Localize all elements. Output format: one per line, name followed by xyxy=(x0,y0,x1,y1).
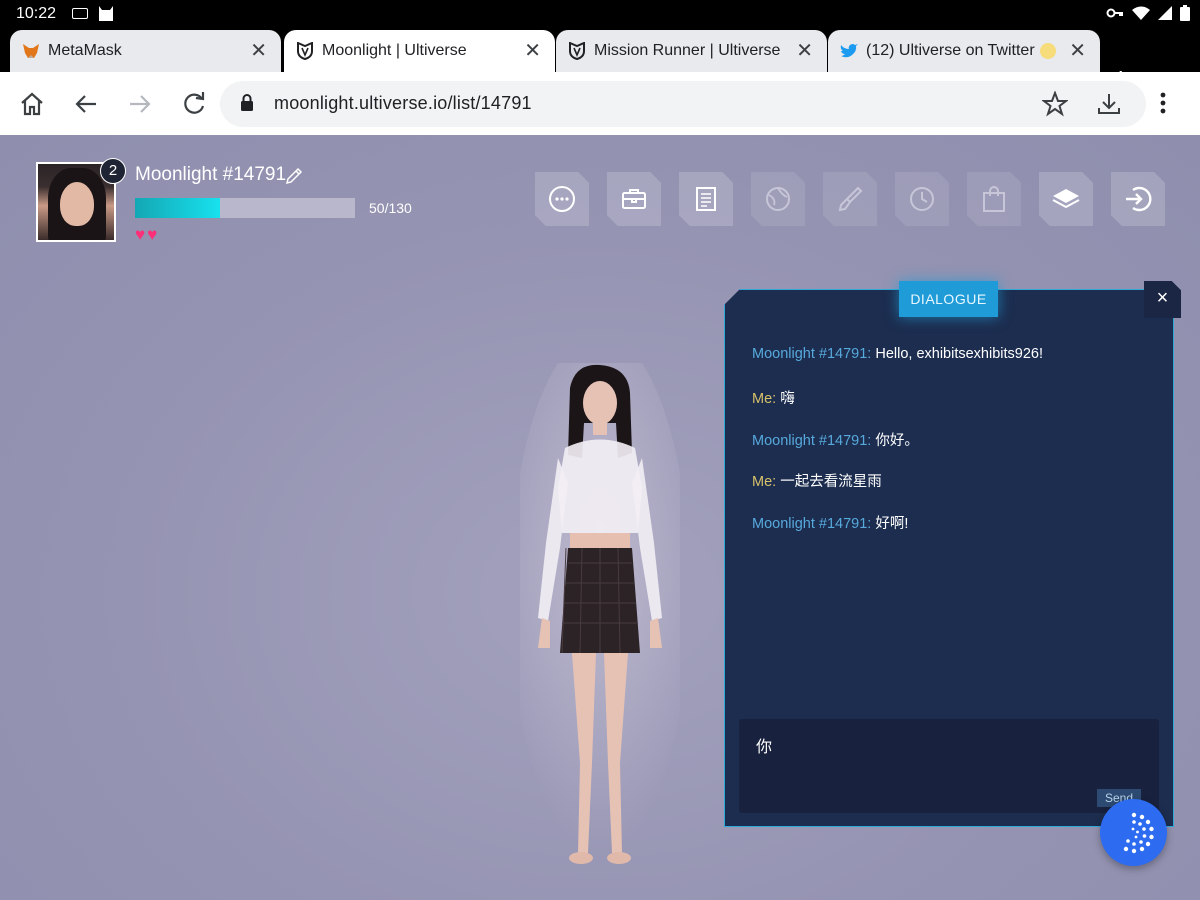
metamask-fox-icon xyxy=(22,42,40,60)
message-speaker: Me: xyxy=(752,391,777,407)
shopping-bag-icon xyxy=(983,186,1005,212)
dialogue-input-value: 你 xyxy=(756,739,773,756)
wifi-icon xyxy=(1132,6,1150,20)
twitter-bird-icon xyxy=(840,42,858,60)
spiral-dots-icon xyxy=(1123,812,1154,853)
close-icon[interactable]: ✕ xyxy=(524,41,541,61)
reload-icon[interactable] xyxy=(180,90,208,118)
menu-book-button[interactable] xyxy=(1039,172,1093,226)
dialogue-message: Moonlight #14791: Hello, exhibitsexhibit… xyxy=(752,346,1043,362)
tab-mission-runner[interactable]: Mission Runner | Ultiverse ✕ xyxy=(556,30,827,72)
status-time: 10:22 xyxy=(16,5,57,22)
vpn-key-icon xyxy=(1106,8,1123,18)
exit-icon xyxy=(1126,186,1152,212)
menu-exit-button[interactable] xyxy=(1111,172,1165,226)
notes-icon xyxy=(696,187,716,211)
assistant-fab-button[interactable] xyxy=(1100,799,1167,866)
message-text: 嗨 xyxy=(776,391,795,407)
dialogue-input[interactable]: 你 xyxy=(739,719,1159,813)
menu-globe-button[interactable] xyxy=(751,172,805,226)
more-menu-icon[interactable] xyxy=(1160,92,1166,114)
address-bar[interactable]: moonlight.ultiverse.io/list/14791 xyxy=(220,81,1146,127)
cat-icon xyxy=(99,6,113,21)
briefcase-icon xyxy=(622,189,646,209)
forward-icon[interactable] xyxy=(126,90,154,118)
tab-strip: MetaMask ✕ Moonlight | Ultiverse ✕ Missi… xyxy=(0,28,1200,94)
moon-emoji-icon xyxy=(1040,43,1056,59)
xp-progress-fill xyxy=(135,198,220,218)
book-icon xyxy=(1052,189,1080,209)
message-text: 你好。 xyxy=(871,433,919,449)
lock-icon xyxy=(241,94,253,111)
dialogue-message: Moonlight #14791: 好啊! xyxy=(752,512,908,533)
dialogue-message: Me: 一起去看流星雨 xyxy=(752,470,882,491)
xp-progress-bar xyxy=(135,198,355,218)
message-speaker: Me: xyxy=(752,474,777,490)
back-icon[interactable] xyxy=(72,90,100,118)
dialogue-message: Me: 嗨 xyxy=(752,387,795,408)
tab-moonlight[interactable]: Moonlight | Ultiverse ✕ xyxy=(284,30,555,72)
message-speaker: Moonlight #14791: xyxy=(752,346,872,362)
character-name: Moonlight #14791 xyxy=(135,164,287,185)
dialogue-title: DIALOGUE xyxy=(899,281,998,317)
message-speaker: Moonlight #14791: xyxy=(752,433,872,449)
close-icon[interactable]: ✕ xyxy=(796,41,813,61)
brush-icon xyxy=(838,186,863,212)
url-text: moonlight.ultiverse.io/list/14791 xyxy=(274,93,532,113)
menu-inventory-button[interactable] xyxy=(607,172,661,226)
game-viewport: 2 Moonlight #14791 50/130 ♥♥ DIALOGUE × … xyxy=(0,135,1200,900)
status-bar: 10:22 xyxy=(0,0,1200,28)
dialogue-close-button[interactable]: × xyxy=(1144,281,1181,318)
bookmark-star-icon[interactable] xyxy=(1042,91,1068,117)
tab-title: Moonlight | Ultiverse xyxy=(322,42,467,59)
chat-icon xyxy=(549,186,575,212)
menu-shop-button[interactable] xyxy=(967,172,1021,226)
tab-title: (12) Ultiverse on Twitter: " xyxy=(866,42,1036,59)
level-badge: 2 xyxy=(100,158,126,184)
browser-toolbar: moonlight.ultiverse.io/list/14791 xyxy=(0,72,1200,135)
close-icon[interactable]: ✕ xyxy=(1069,41,1086,61)
battery-icon xyxy=(1180,5,1190,21)
ultiverse-shield-icon xyxy=(568,42,586,60)
tab-twitter[interactable]: (12) Ultiverse on Twitter: " ✕ xyxy=(828,30,1100,72)
globe-icon xyxy=(766,187,790,211)
message-speaker: Moonlight #14791: xyxy=(752,516,872,532)
menu-brush-button[interactable] xyxy=(823,172,877,226)
menu-clock-button[interactable] xyxy=(895,172,949,226)
keyboard-icon xyxy=(72,8,88,19)
character-3d-model[interactable] xyxy=(520,363,680,873)
ultiverse-shield-icon xyxy=(296,42,314,60)
xp-text: 50/130 xyxy=(369,200,412,216)
message-text: 一起去看流星雨 xyxy=(776,474,882,490)
tab-title: MetaMask xyxy=(48,42,122,59)
home-icon[interactable] xyxy=(18,90,46,118)
menu-chat-button[interactable] xyxy=(535,172,589,226)
edit-pencil-icon[interactable] xyxy=(285,167,303,185)
message-text: 好啊! xyxy=(871,516,909,532)
tab-title: Mission Runner | Ultiverse xyxy=(594,42,781,59)
signal-icon xyxy=(1158,6,1172,20)
message-text: Hello, exhibitsexhibits926! xyxy=(871,346,1044,362)
menu-notes-button[interactable] xyxy=(679,172,733,226)
close-icon[interactable]: ✕ xyxy=(250,41,267,61)
tab-metamask[interactable]: MetaMask ✕ xyxy=(10,30,281,72)
dialogue-message: Moonlight #14791: 你好。 xyxy=(752,429,919,450)
hearts-indicator: ♥♥ xyxy=(135,225,160,244)
clock-icon xyxy=(910,187,934,211)
download-icon[interactable] xyxy=(1096,91,1122,117)
